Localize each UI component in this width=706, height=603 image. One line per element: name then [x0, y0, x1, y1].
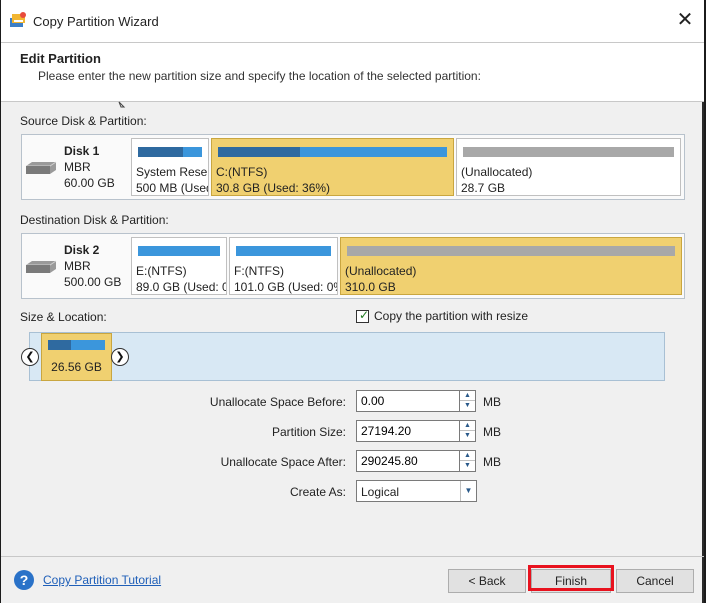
destination-section-label: Destination Disk & Partition:: [20, 213, 169, 227]
partition-size-handle[interactable]: 26.56 GB: [41, 333, 112, 381]
spin-up-icon[interactable]: ▲: [460, 391, 475, 401]
spin-down-icon[interactable]: ▼: [460, 431, 475, 441]
handle-usage-bar: [48, 340, 105, 350]
unallocate-after-input[interactable]: [356, 450, 460, 472]
page-subtitle: Please enter the new partition size and …: [38, 69, 481, 83]
page-title: Edit Partition: [20, 51, 101, 66]
destination-partition-e[interactable]: E:(NTFS) 89.0 GB (Used: 0%): [131, 237, 227, 295]
source-partition-c[interactable]: C:(NTFS) 30.8 GB (Used: 36%): [211, 138, 454, 196]
page-header: Edit Partition Please enter the new part…: [1, 42, 704, 102]
destination-partition-unallocated[interactable]: (Unallocated) 310.0 GB: [340, 237, 682, 295]
window-title: Copy Partition Wizard: [33, 14, 159, 29]
partition-info: 101.0 GB (Used: 0%): [234, 280, 338, 294]
partition-usage-bar: [463, 147, 674, 157]
disk-name: Disk 1: [64, 144, 100, 158]
unit-label: MB: [483, 455, 501, 469]
footer-divider: [1, 556, 704, 557]
partition-size-label: Partition Size:: [271, 425, 346, 439]
destination-partition-f[interactable]: F:(NTFS) 101.0 GB (Used: 0%): [229, 237, 338, 295]
source-partition-unallocated[interactable]: (Unallocated) 28.7 GB: [456, 138, 681, 196]
unit-label: MB: [483, 395, 501, 409]
checkmark-icon: ✓: [359, 308, 370, 322]
checkbox-label: Copy the partition with resize: [374, 309, 529, 323]
source-disk-map: Disk 1 MBR 60.00 GB System Reserved 500 …: [21, 134, 685, 200]
unallocate-after-spinner[interactable]: ▲ ▼: [460, 450, 476, 472]
create-as-value: Logical: [361, 485, 400, 499]
source-section-label: Source Disk & Partition:: [20, 114, 147, 128]
partition-size-input[interactable]: [356, 420, 460, 442]
partition-usage-bar: [138, 246, 220, 256]
chevron-down-icon: ▼: [460, 481, 476, 501]
disk-type: MBR: [64, 160, 91, 174]
partition-name: (Unallocated): [461, 165, 533, 179]
partition-info: 89.0 GB (Used: 0%): [136, 280, 226, 294]
unallocate-before-spinner[interactable]: ▲ ▼: [460, 390, 476, 412]
create-as-label: Create As:: [289, 485, 346, 499]
disk-size: 60.00 GB: [64, 176, 115, 190]
checkbox-box[interactable]: ✓: [356, 308, 370, 323]
cancel-button[interactable]: Cancel: [616, 569, 694, 593]
spin-up-icon[interactable]: ▲: [460, 451, 475, 461]
partition-usage-bar: [347, 246, 675, 256]
source-disk-info[interactable]: Disk 1 MBR 60.00 GB: [22, 135, 128, 199]
partition-info: 28.7 GB: [461, 181, 506, 195]
partition-usage-bar: [138, 147, 202, 157]
disk-size: 500.00 GB: [64, 275, 122, 289]
unit-label: MB: [483, 425, 501, 439]
spin-down-icon[interactable]: ▼: [460, 401, 475, 411]
partition-info: 500 MB (Used: 100%): [136, 181, 208, 195]
finish-button-highlight: [528, 565, 614, 591]
back-button[interactable]: < Back: [448, 569, 526, 593]
mouse-cursor-icon: [118, 101, 126, 108]
source-partition-system-reserved[interactable]: System Reserved 500 MB (Used: 100%): [131, 138, 209, 196]
unallocate-before-label: Unallocate Space Before:: [209, 395, 346, 409]
create-as-select[interactable]: Logical ▼: [356, 480, 477, 502]
spin-up-icon[interactable]: ▲: [460, 421, 475, 431]
close-icon[interactable]: ✕: [674, 9, 696, 31]
partition-size-spinner[interactable]: ▲ ▼: [460, 420, 476, 442]
partition-info: 30.8 GB (Used: 36%): [216, 181, 331, 195]
partition-name: F:(NTFS): [234, 264, 284, 278]
destination-disk-info[interactable]: Disk 2 MBR 500.00 GB: [22, 234, 128, 298]
disk-type: MBR: [64, 259, 91, 273]
help-icon[interactable]: ?: [14, 570, 34, 590]
partition-usage-bar: [218, 147, 447, 157]
partition-info: 310.0 GB: [345, 280, 396, 294]
partition-usage-bar: [236, 246, 331, 256]
unallocate-after-label: Unallocate Space After:: [220, 455, 346, 469]
partition-name: System Reserved: [136, 165, 208, 179]
destination-disk-map: Disk 2 MBR 500.00 GB E:(NTFS) 89.0 GB (U…: [21, 233, 685, 299]
hard-disk-icon: [26, 161, 57, 174]
disk-name: Disk 2: [64, 243, 100, 257]
spin-down-icon[interactable]: ▼: [460, 461, 475, 471]
move-right-arrow-icon[interactable]: ❯: [111, 348, 129, 366]
copy-partition-wizard-window: Copy Partition Wizard ✕ Edit Partition P…: [1, 0, 704, 603]
hard-disk-icon: [26, 260, 57, 273]
partition-name: (Unallocated): [345, 264, 417, 278]
unallocate-before-input[interactable]: [356, 390, 460, 412]
title-bar: Copy Partition Wizard ✕: [1, 0, 704, 42]
partition-name: C:(NTFS): [216, 165, 268, 179]
size-location-label: Size & Location:: [20, 310, 107, 324]
handle-size-label: 26.56 GB: [51, 360, 102, 374]
copy-partition-tutorial-link[interactable]: Copy Partition Tutorial: [43, 573, 161, 587]
wizard-app-icon: [10, 12, 26, 27]
partition-name: E:(NTFS): [136, 264, 187, 278]
move-left-arrow-icon[interactable]: ❮: [21, 348, 39, 366]
